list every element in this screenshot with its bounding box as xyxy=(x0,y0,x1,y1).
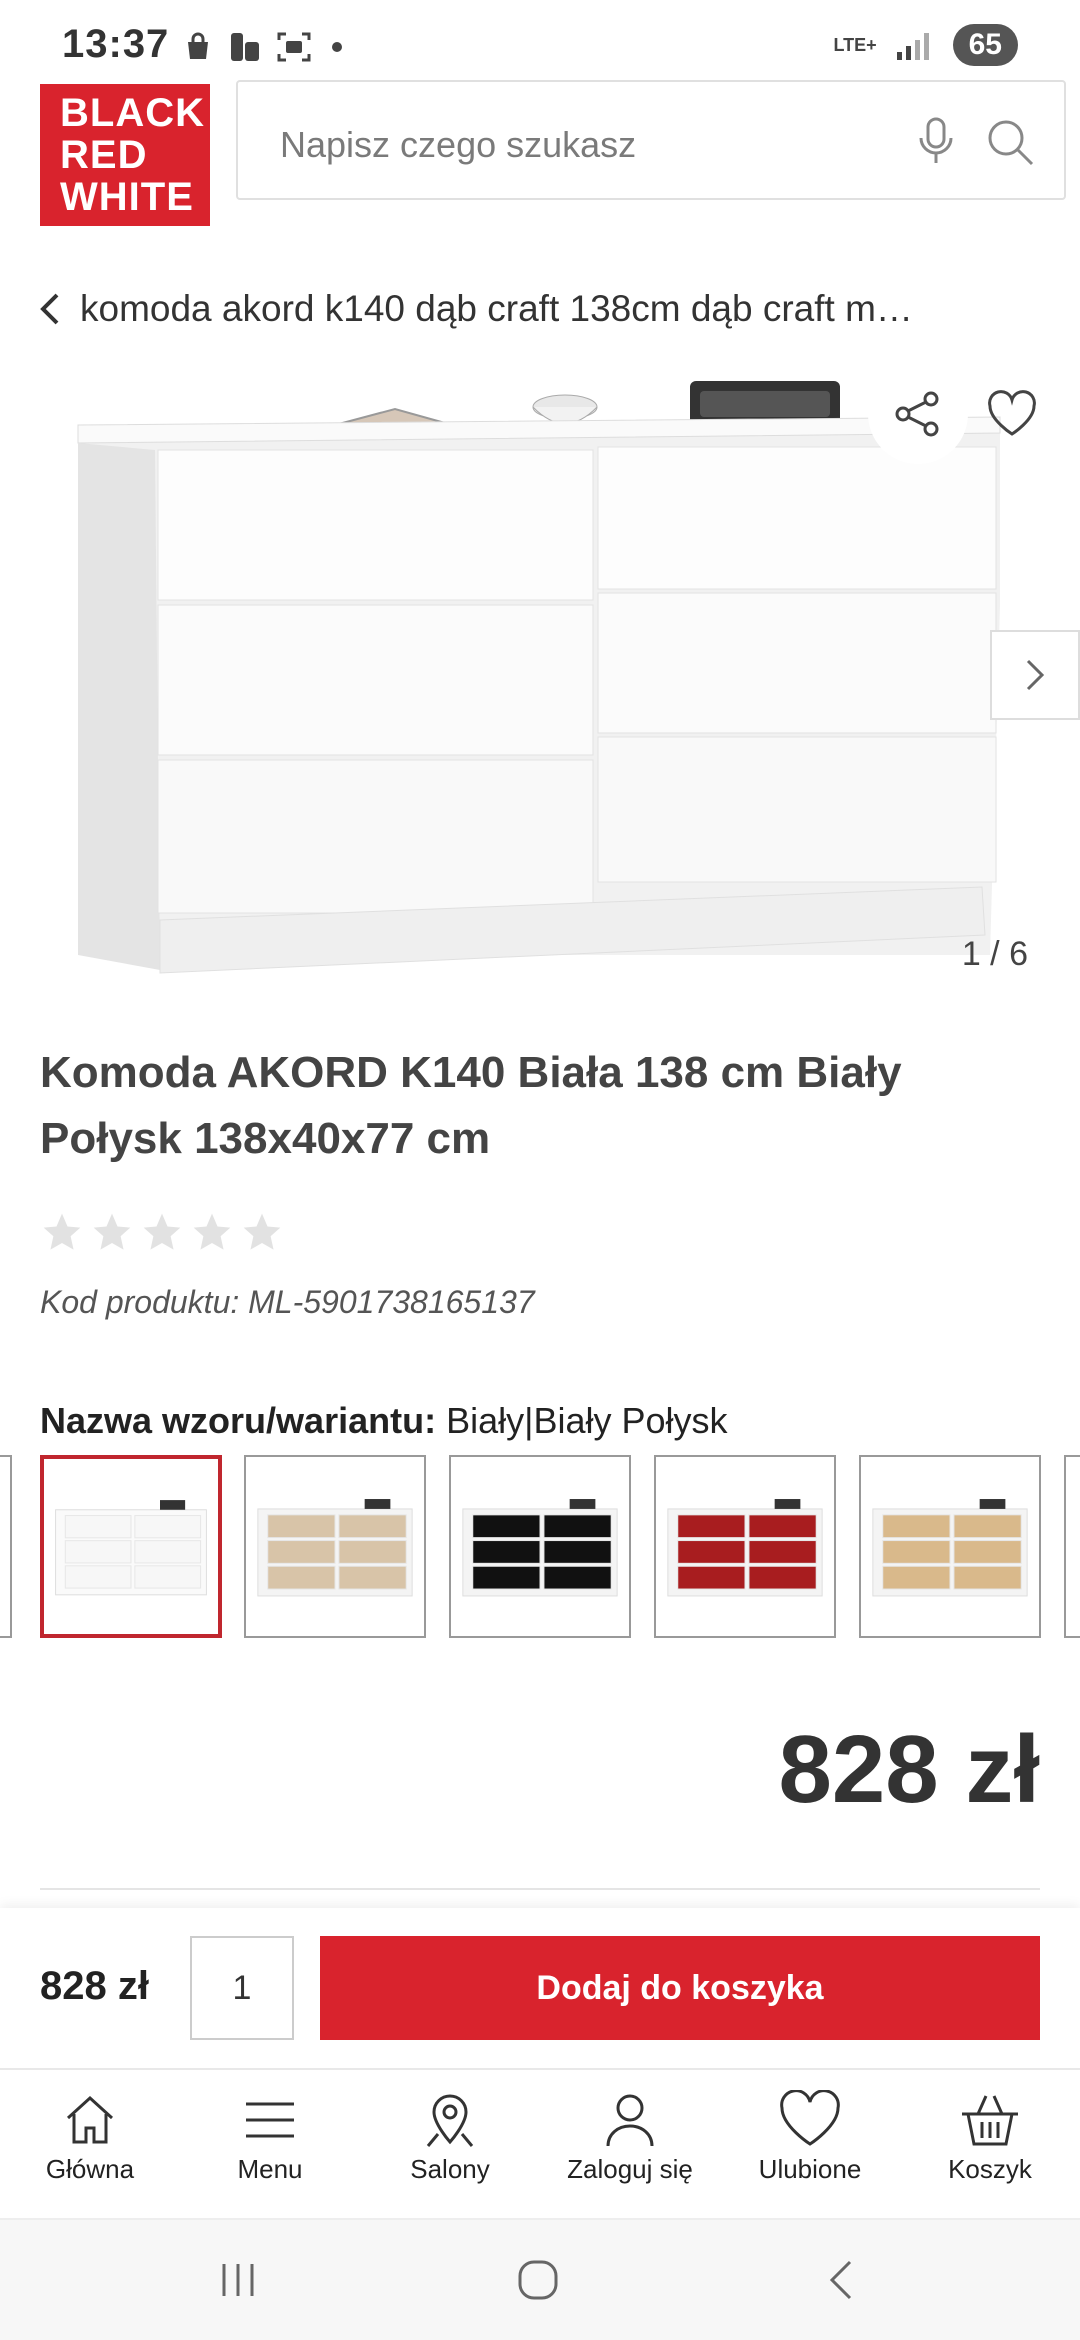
variant-swatch-czerwony[interactable] xyxy=(654,1455,836,1638)
logo-line-3: WHITE xyxy=(60,175,194,219)
rating-stars[interactable] xyxy=(40,1210,284,1254)
variant-swatch-biały[interactable] xyxy=(40,1455,222,1638)
search-input[interactable]: Napisz czego szukasz xyxy=(236,80,1066,200)
brand-logo[interactable]: BLACK RED WHITE xyxy=(40,84,210,226)
right-status: LTE+ 65 xyxy=(833,24,1018,66)
heart-icon xyxy=(780,2090,840,2146)
swatch-thumbnail xyxy=(667,1499,823,1597)
star-icon xyxy=(43,1213,81,1250)
screenshot-notification-icon xyxy=(277,32,311,62)
product-price: 828 zł xyxy=(778,1716,1040,1823)
nav-login[interactable]: Zaloguj się xyxy=(540,2070,720,2218)
favorite-button[interactable] xyxy=(962,364,1062,464)
share-icon xyxy=(895,391,939,437)
network-label: LTE+ xyxy=(833,34,877,55)
back-icon xyxy=(829,2260,852,2300)
battery-indicator: 65 xyxy=(952,24,1018,66)
add-to-cart-button[interactable]: Dodaj do koszyka xyxy=(320,1936,1040,2040)
star-icon xyxy=(93,1213,131,1250)
home-icon xyxy=(66,2095,114,2144)
signal-icon xyxy=(896,33,929,60)
swatch-thumbnail xyxy=(462,1499,618,1597)
bottom-nav: Główna Menu Salony Zaloguj się Ulubione … xyxy=(0,2068,1080,2218)
nav-favorites[interactable]: Ulubione xyxy=(720,2070,900,2218)
swatch-thumbnail xyxy=(257,1499,413,1597)
microphone-icon[interactable] xyxy=(914,116,958,168)
variant-swatch-partial[interactable] xyxy=(0,1455,12,1638)
nav-cart[interactable]: Koszyk xyxy=(900,2070,1080,2218)
chevron-left-icon[interactable] xyxy=(38,291,62,327)
logo-line-2: RED xyxy=(60,133,148,177)
product-title: Komoda AKORD K140 Biała 138 cm Biały Poł… xyxy=(40,1048,902,1163)
image-counter: 1 / 6 xyxy=(961,935,1028,973)
variant-label-value: Biały|Biały Połysk xyxy=(446,1400,728,1441)
back-system-button[interactable] xyxy=(812,2250,872,2310)
dot-icon xyxy=(332,42,342,52)
search-icon[interactable] xyxy=(984,116,1036,168)
variant-swatch-dąb-craft[interactable] xyxy=(859,1455,1041,1638)
app-notification-icon xyxy=(231,33,259,61)
swatch-thumbnail xyxy=(872,1499,1028,1597)
add-to-cart-bar: 828 zł 1 Dodaj do koszyka xyxy=(0,1908,1080,2068)
variant-swatch-partial[interactable] xyxy=(1064,1455,1080,1638)
variant-label: Nazwa wzoru/wariantu: Biały|Biały Połysk xyxy=(40,1400,728,1442)
breadcrumb[interactable]: komoda akord k140 dąb craft 138cm dąb cr… xyxy=(38,288,913,330)
variant-swatch-sonoma[interactable] xyxy=(244,1455,426,1638)
nav-home[interactable]: Główna xyxy=(0,2070,180,2218)
product-code: Kod produktu: ML-5901738165137 xyxy=(40,1284,535,1320)
menu-icon xyxy=(246,2102,294,2138)
recent-apps-button[interactable] xyxy=(208,2250,268,2310)
basket-icon xyxy=(962,2095,1018,2146)
quantity-input[interactable]: 1 xyxy=(190,1936,294,2040)
breadcrumb-text[interactable]: komoda akord k140 dąb craft 138cm dąb cr… xyxy=(80,288,913,330)
status-time: 13:37 xyxy=(62,22,170,66)
status-icons xyxy=(182,30,342,64)
star-icon xyxy=(143,1213,181,1250)
nav-menu[interactable]: Menu xyxy=(180,2070,360,2218)
nav-label: Główna xyxy=(45,2154,135,2184)
star-icon xyxy=(193,1213,231,1250)
heart-icon xyxy=(988,390,1036,436)
map-pin-icon xyxy=(426,2094,474,2147)
nav-label: Salony xyxy=(410,2154,490,2184)
logo-line-1: BLACK xyxy=(60,91,205,135)
nav-label: Menu xyxy=(237,2154,303,2184)
chevron-right-icon xyxy=(1026,659,1045,691)
nav-stores[interactable]: Salony xyxy=(360,2070,540,2218)
nav-label: Ulubione xyxy=(758,2154,862,2184)
bag-notification-icon xyxy=(188,32,208,59)
next-image-button[interactable] xyxy=(990,630,1080,720)
nav-label: Koszyk xyxy=(948,2154,1032,2184)
search-placeholder: Napisz czego szukasz xyxy=(280,124,637,165)
variant-swatches xyxy=(0,1455,1080,1640)
nav-label: Zaloguj się xyxy=(567,2154,693,2184)
home-circle-icon xyxy=(518,2260,558,2300)
home-system-button[interactable] xyxy=(508,2250,568,2310)
recent-apps-icon xyxy=(222,2264,254,2296)
user-icon xyxy=(606,2094,654,2147)
share-button[interactable] xyxy=(868,364,968,464)
cart-bar-price: 828 zł xyxy=(40,1964,149,2008)
swatch-thumbnail xyxy=(55,1500,207,1596)
variant-swatch-czarny[interactable] xyxy=(449,1455,631,1638)
divider xyxy=(40,1888,1040,1890)
system-nav-bar xyxy=(0,2218,1080,2340)
variant-label-title: Nazwa wzoru/wariantu: xyxy=(40,1400,437,1441)
star-icon xyxy=(243,1213,281,1250)
